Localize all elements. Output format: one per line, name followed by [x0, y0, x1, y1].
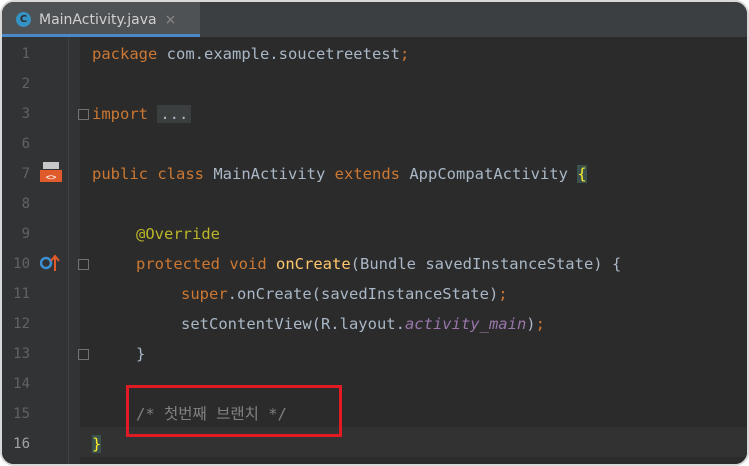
editor-tab-bar: C MainActivity.java × — [2, 2, 747, 37]
ide-window: C MainActivity.java × 1 2 3 6 7 8 9 10 1… — [0, 0, 749, 466]
close-icon[interactable]: × — [165, 12, 177, 28]
keyword: public — [92, 165, 148, 183]
fold-icon[interactable] — [78, 349, 89, 360]
keyword: extends — [334, 165, 400, 183]
code-line-10: protected void onCreate(Bundle savedInst… — [136, 249, 621, 279]
code-line-12: setContentView(R.layout.activity_main); — [181, 309, 545, 339]
code-line-13: } — [136, 339, 145, 369]
code-line-3: import ... — [92, 99, 192, 129]
code-line-16: } — [92, 429, 102, 459]
matched-brace: { — [577, 165, 587, 183]
method-name: onCreate — [276, 255, 351, 273]
keyword: package — [92, 45, 158, 63]
line-number: 8 — [21, 196, 30, 212]
line-number: 9 — [21, 226, 30, 242]
gutter-divider — [68, 37, 69, 464]
method-call: setContentView(R.layout. — [181, 315, 405, 333]
line-number: 16 — [13, 436, 30, 452]
code-line-1: package com.example.soucetreetest; — [92, 39, 409, 69]
java-class-icon: C — [16, 12, 31, 27]
line-number: 15 — [13, 406, 30, 422]
fold-icon[interactable] — [78, 259, 89, 270]
line-number: 7 — [21, 166, 30, 182]
semicolon: ; — [535, 315, 545, 333]
line-number: 3 — [21, 106, 30, 122]
method-params: (Bundle savedInstanceState) { — [350, 255, 622, 273]
class-name: MainActivity — [204, 165, 335, 183]
line-number: 13 — [13, 346, 30, 362]
line-number: 10 — [13, 256, 30, 272]
keyword: class — [157, 165, 205, 183]
line-number: 1 — [21, 46, 30, 62]
keyword: import — [92, 105, 148, 123]
parent-class: AppCompatActivity — [400, 165, 578, 183]
line-number: 11 — [13, 286, 30, 302]
static-field: activity_main — [404, 315, 527, 333]
folded-imports[interactable]: ... — [157, 105, 192, 123]
code-line-11: super.onCreate(savedInstanceState); — [181, 279, 508, 309]
tab-mainactivity[interactable]: C MainActivity.java × — [2, 2, 200, 37]
override-method-icon[interactable] — [39, 253, 62, 273]
annotation-highlight-box — [126, 385, 342, 437]
annotation: @Override — [136, 225, 220, 243]
package-name: com.example.soucetreetest — [157, 45, 400, 63]
svg-text:<>: <> — [46, 173, 57, 182]
android-activity-icon[interactable]: <> — [40, 162, 62, 183]
keyword: void — [229, 255, 267, 273]
matched-brace: } — [92, 435, 102, 453]
line-number: 2 — [21, 76, 30, 92]
fold-icon[interactable] — [78, 109, 89, 120]
tab-title: MainActivity.java — [39, 11, 157, 28]
semicolon: ; — [498, 285, 508, 303]
keyword: protected — [136, 255, 220, 273]
line-number: 14 — [13, 376, 30, 392]
method-call: .onCreate(savedInstanceState) — [227, 285, 499, 303]
closing-brace: } — [136, 345, 146, 363]
line-number: 6 — [21, 136, 30, 152]
semicolon: ; — [399, 45, 410, 63]
code-editor[interactable]: 1 2 3 6 7 8 9 10 11 12 13 14 15 16 <> pa… — [2, 37, 747, 464]
code-line-7: public class MainActivity extends AppCom… — [92, 159, 587, 189]
line-number: 12 — [13, 316, 30, 332]
code-line-9: @Override — [136, 219, 220, 249]
keyword: super — [181, 285, 228, 303]
paren: ) — [526, 315, 536, 333]
